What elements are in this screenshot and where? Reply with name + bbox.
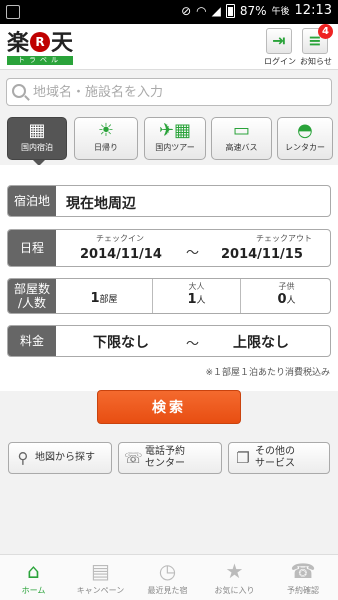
search-icon [12,84,26,98]
clock-icon: ◷ [158,559,177,583]
news-button[interactable]: ≡ 4 お知らせ [300,24,333,67]
airplane-building-icon: ✈▦ [158,120,192,141]
category-label: 国内宿泊 [21,143,53,152]
sun-icon: ☀ [97,120,115,141]
time-ampm: 午後 [271,7,290,17]
search-input[interactable] [33,82,323,102]
phone-icon: ☏ [124,449,143,467]
people-row: 部屋数/人数 1部屋 大人 1人 子供 0人 [7,278,331,314]
news-badge: 4 [318,24,333,39]
checkout-label: チェックアウト [256,234,312,243]
other-services-button[interactable]: ❐ その他の サービス [228,442,330,474]
place-row[interactable]: 宿泊地 現在地周辺 [7,185,331,217]
category-domestic-stay[interactable]: ▦ 国内宿泊 [7,117,67,166]
category-label: 日帰り [94,143,118,152]
children-label: 子供 [278,282,295,291]
place-label: 宿泊地 [8,186,56,216]
login-icon: ⇥ [266,28,292,54]
phone-reservation-label: 電話予約 センター [145,446,185,469]
clock: 12:13 [294,3,332,18]
news-label: お知らせ [300,57,332,66]
category-tabs: ▦ 国内宿泊 ☀ 日帰り ✈▦ 国内ツアー ▭ 高速バス ◓ レンタカー [5,117,333,166]
tab-label: ホーム [21,586,46,595]
tab-favorites[interactable]: ★ お気に入り [201,555,268,600]
status-right: ⊘ ◠ ◢ 87% 午後 12:13 [181,3,332,18]
tab-label: お気に入り [214,586,255,595]
rooms-count: 1部屋 [90,291,118,306]
suitcase-icon: ▤ [91,559,110,583]
building-icon: ▦ [28,120,46,141]
tab-label: キャンペーン [76,586,125,595]
status-bar: ⊘ ◠ ◢ 87% 午後 12:13 [0,0,338,24]
rakuten-travel-logo[interactable]: 楽 R 天 トラベル [7,30,75,66]
search-bar [6,78,332,106]
app-header: 楽 R 天 トラベル ⇥ ログイン ≡ 4 お知らせ [0,24,338,70]
map-search-label: 地図から探す [35,452,95,463]
copy-icon: ❐ [236,449,250,467]
place-value: 現在地周辺 [66,196,136,212]
login-button[interactable]: ⇥ ログイン [264,28,296,67]
adults-label: 大人 [188,282,205,291]
tab-home[interactable]: ⌂ ホーム [0,555,67,600]
login-label: ログイン [264,57,296,66]
notification-icon [6,5,20,19]
category-domestic-tour[interactable]: ✈▦ 国内ツアー [144,117,206,160]
search-button[interactable]: 検索 [97,390,241,424]
phone-handset-icon: ☎ [290,559,316,583]
adults-count: 1人 [187,292,206,307]
bottom-tab-bar: ⌂ ホーム ▤ キャンペーン ◷ 最近見た宿 ★ お気に入り ☎ 予約確認 [0,554,338,600]
date-separator: ～ [186,246,200,261]
checkout-value[interactable]: 2014/11/15 [221,247,303,262]
category-label: 国内ツアー [155,143,195,152]
price-min[interactable]: 下限なし [93,332,149,352]
price-max[interactable]: 上限なし [233,332,289,352]
logo-kanji-1: 楽 [7,30,30,56]
tab-label: 最近見た宿 [147,586,188,595]
signal-icon: ◢ [211,3,221,18]
category-day-trip[interactable]: ☀ 日帰り [74,117,138,160]
map-search-button[interactable]: ⚲ 地図から探す [8,442,112,474]
price-separator: ～ [186,337,200,352]
date-label: 日程 [8,230,56,266]
bus-icon: ▭ [232,120,250,141]
adults-selector[interactable]: 大人 1人 [152,279,240,313]
tax-note: ※１部屋１泊あたり消費税込み [205,368,330,378]
tab-campaign[interactable]: ▤ キャンペーン [67,555,134,600]
wifi-icon: ◠ [196,3,207,18]
battery-percent: 87% [239,3,267,18]
checkin-value[interactable]: 2014/11/14 [80,247,162,262]
tab-reservation[interactable]: ☎ 予約確認 [268,555,338,600]
category-label: レンタカー [285,143,325,152]
car-icon: ◓ [297,120,313,141]
category-rental-car[interactable]: ◓ レンタカー [277,117,333,160]
logo-kanji-2: 天 [51,30,74,56]
battery-icon [225,3,235,18]
home-icon: ⌂ [27,559,40,583]
price-label: 料金 [8,326,56,356]
other-services-label: その他の サービス [255,446,295,469]
children-selector[interactable]: 子供 0人 [240,279,330,313]
date-row[interactable]: 日程 チェックイン 2014/11/14 ～ チェックアウト 2014/11/1… [7,229,331,267]
tab-recent[interactable]: ◷ 最近見た宿 [134,555,201,600]
phone-reservation-button[interactable]: ☏ 電話予約 センター [118,442,222,474]
price-row[interactable]: 料金 下限なし ～ 上限なし [7,325,331,357]
quick-links: ⚲ 地図から探す ☏ 電話予約 センター ❐ その他の サービス [6,442,332,476]
category-highway-bus[interactable]: ▭ 高速バス [211,117,272,160]
logo-r-mark: R [30,32,50,52]
tab-label: 予約確認 [287,586,319,595]
people-label: 部屋数/人数 [8,279,56,313]
rooms-selector[interactable]: 1部屋 [56,279,152,313]
checkin-label: チェックイン [96,234,144,243]
children-count: 0人 [277,292,296,307]
map-pin-icon: ⚲ [17,449,29,467]
category-label: 高速バス [225,143,258,152]
star-icon: ★ [225,559,244,583]
logo-subtitle: トラベル [7,56,73,65]
mute-icon: ⊘ [181,3,192,18]
